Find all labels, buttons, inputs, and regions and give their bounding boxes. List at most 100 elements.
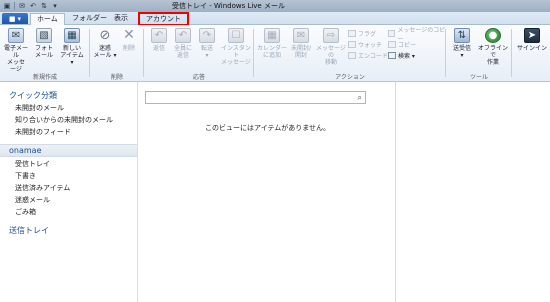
copy-icon [388,41,396,48]
forward-label: 転送 ▾ [200,45,213,59]
ribbon-group-actions: ▦ カレンダー に追加 ✉ 未開封/ 開封 ⇨ メッセージの 移動 フラグ ウォ… [254,25,446,82]
ribbon-group-signin: ➤ サインイン [512,25,550,82]
empty-list-message: このビューにはアイテムがありません。 [204,124,331,132]
copy-message-button[interactable]: メッセージのコピー [388,27,446,43]
ribbon-group-tools: ⇅ 送受信 ▾ ● オフラインで 作業 ツール [446,25,512,82]
search-input[interactable] [146,92,346,103]
watch-button[interactable]: ウォッチ [348,40,382,49]
customize-quick-icon[interactable]: ▾ [51,2,59,10]
search-icon[interactable]: ⌕ [358,93,362,103]
photo-email-label: フォト メール [34,45,53,59]
divider [14,2,15,10]
quick-view-unread-feeds[interactable]: 未開封のフィード [15,127,71,137]
work-offline-button[interactable]: ● オフラインで 作業 [476,28,510,66]
folder-drafts[interactable]: 下書き [15,171,36,181]
send-receive-icon: ⇅ [454,28,470,43]
copy-label: コピー [398,42,417,49]
junk-button[interactable]: ⊘ 迷惑 メール ▾ [93,28,117,59]
calendar-icon: ▦ [64,28,80,43]
move-message-button[interactable]: ⇨ メッセージの 移動 [316,28,346,66]
reply-all-label: 全員に 返信 [173,45,192,59]
reply-all-button[interactable]: ↶ 全員に 返信 [171,28,195,59]
ribbon-group-delete: ⊘ 迷惑 メール ▾ ✕ 削除 削除 [90,25,144,82]
new-email-label: 電子メール メッセージ [4,45,29,73]
flag-label: フラグ [358,31,377,38]
work-offline-label: オフラインで 作業 [477,45,508,66]
calendar-add-icon: ▦ [264,28,280,43]
offline-globe-icon: ● [485,28,501,43]
forward-icon: ↷ [199,28,215,43]
watch-icon [348,41,356,48]
find-label: 検索 ▾ [398,53,415,60]
move-icon: ⇨ [323,28,339,43]
find-button[interactable]: 検索 ▾ [388,51,415,60]
window-title: 受信トレイ - Windows Live メール [172,2,285,10]
tab-view[interactable]: 表示 [108,13,134,25]
encode-icon [348,52,356,59]
account-header[interactable]: onamae [0,144,137,157]
menu-icon: ■ [8,14,16,23]
group-label-tools: ツール [469,74,488,81]
tab-folder[interactable]: フォルダー [66,13,113,25]
quick-views-heading[interactable]: クイック分類 [9,90,57,101]
send-receive-button[interactable]: ⇅ 送受信 ▾ [450,28,474,59]
ribbon-group-respond: ↶ 返信 ↶ 全員に 返信 ↷ 転送 ▾ ☐ インスタント メッセージ 応答 [144,25,254,82]
photo-icon: ▧ [36,28,52,43]
folder-pane: クイック分類 未開封のメール 知り合いからの未開封のメール 未開封のフィード o… [0,82,138,302]
tab-home[interactable]: ホーム [30,13,65,25]
reply-button[interactable]: ↶ 返信 [147,28,171,52]
delete-button[interactable]: ✕ 削除 [117,28,141,52]
message-list-pane: ⌕ このビューにはアイテムがありません。 [139,82,396,302]
tab-account[interactable]: アカウント [138,12,189,26]
junk-label: 迷惑 メール ▾ [93,45,117,59]
chat-icon: ☐ [228,28,244,43]
new-email-button[interactable]: ✉ 電子メール メッセージ [4,28,28,73]
account-name: onamae [9,146,42,155]
reply-icon: ↶ [151,28,167,43]
folder-inbox[interactable]: 受信トレイ [15,159,50,169]
new-item-label: 新しい アイテム ▾ [60,45,84,66]
group-label-delete: 削除 [110,74,123,81]
flag-button[interactable]: フラグ [348,29,376,38]
encode-button[interactable]: エンコード [348,51,388,60]
group-label-actions: アクション [335,74,365,81]
encode-label: エンコード [358,53,389,60]
unread-read-label: 未開封/ 開封 [290,45,312,59]
quick-view-unread-mail[interactable]: 未開封のメール [15,103,64,113]
watch-label: ウォッチ [358,42,383,49]
folder-junk[interactable]: 迷惑メール [15,195,50,205]
envelope-icon: ✉ [293,28,309,43]
reply-label: 返信 [152,45,165,52]
ribbon: ✉ 電子メール メッセージ ▧ フォト メール ▦ 新しい アイテム ▾ 新規作… [0,25,550,82]
binoculars-icon [388,52,396,59]
app-menu-button[interactable]: ■ ▾ [2,13,28,24]
send-receive-quick-icon[interactable]: ⇅ [40,2,48,10]
flag-icon [348,30,356,37]
new-item-button[interactable]: ▦ 新しい アイテム ▾ [60,28,84,66]
copy-message-icon [388,30,396,37]
ribbon-group-new: ✉ 電子メール メッセージ ▧ フォト メール ▦ 新しい アイテム ▾ 新規作… [0,25,90,82]
reply-quick-icon[interactable]: ↶ [29,2,37,10]
reply-all-icon: ↶ [175,28,191,43]
photo-email-button[interactable]: ▧ フォト メール [32,28,56,59]
add-to-calendar-button[interactable]: ▦ カレンダー に追加 [257,28,287,59]
delete-label: 削除 [122,45,135,52]
copy-button[interactable]: コピー [388,40,416,49]
quick-view-unread-from-contacts[interactable]: 知り合いからの未開封のメール [15,115,113,125]
delete-x-icon: ✕ [123,27,135,43]
app-icon: ▣ [3,2,11,10]
folder-outbox[interactable]: 送信トレイ [9,225,49,236]
reading-pane [397,82,550,302]
instant-message-label: インスタント メッセージ [221,45,251,66]
folder-sent-items[interactable]: 送信済みアイテム [15,183,70,193]
block-icon: ⊘ [99,28,111,43]
send-receive-label: 送受信 ▾ [452,45,471,59]
group-label-respond: 応答 [192,74,205,81]
instant-message-button[interactable]: ☐ インスタント メッセージ [220,28,252,66]
folder-deleted-items[interactable]: ごみ箱 [15,207,36,217]
unread-read-button[interactable]: ✉ 未開封/ 開封 [288,28,314,59]
sign-in-button[interactable]: ➤ サインイン [517,28,547,52]
new-mail-quick-icon[interactable]: ✉ [18,2,26,10]
email-icon: ✉ [8,28,24,43]
forward-button[interactable]: ↷ 転送 ▾ [195,28,219,59]
